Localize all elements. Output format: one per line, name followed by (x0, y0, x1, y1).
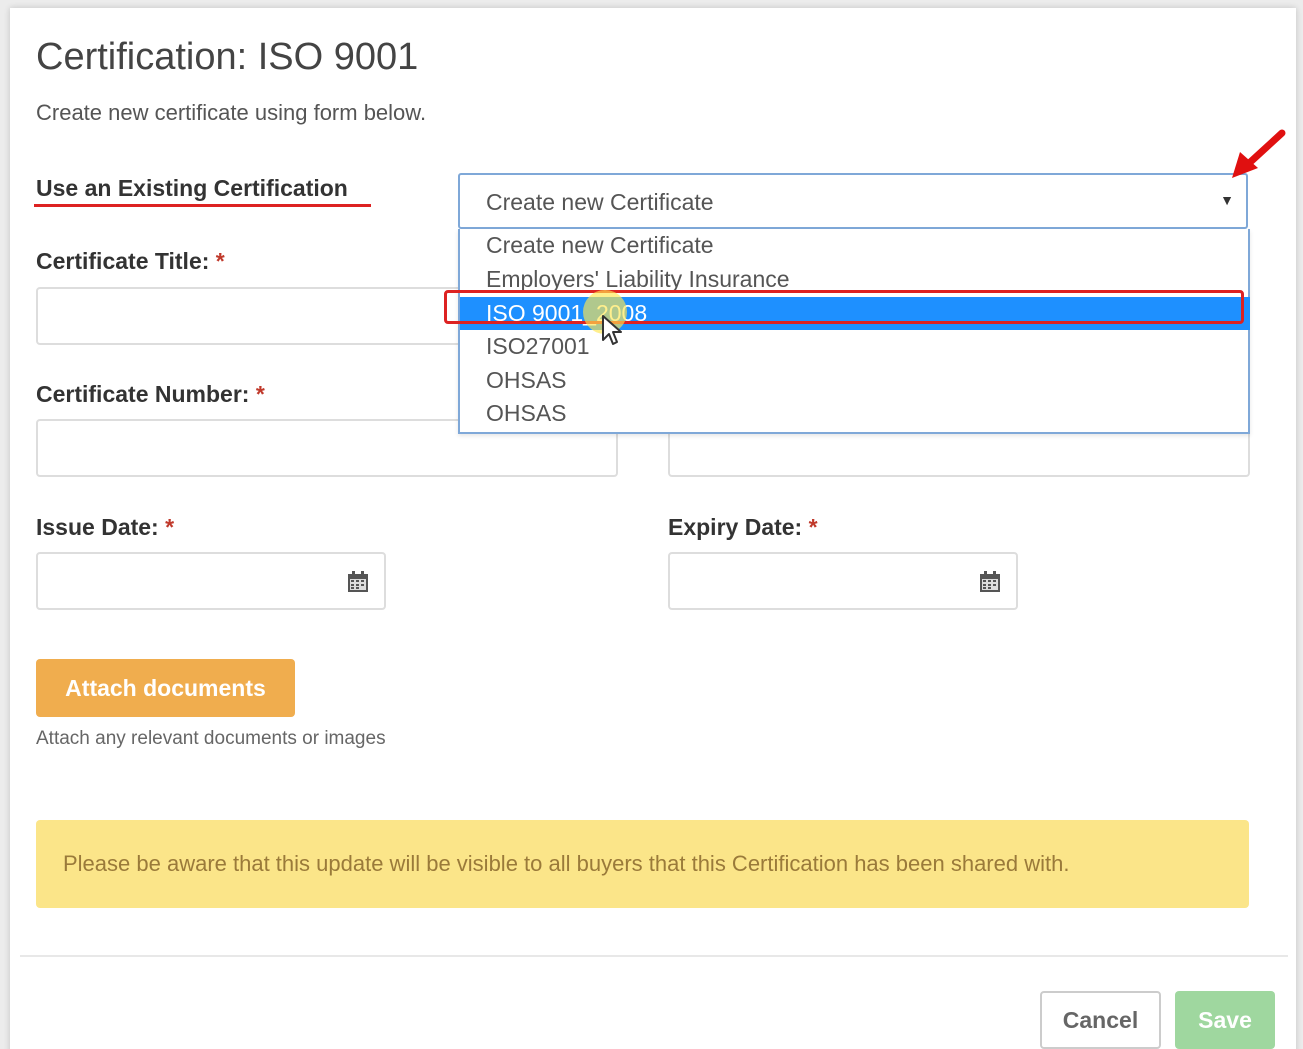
page-subtitle: Create new certificate using form below. (36, 100, 427, 125)
dropdown-option[interactable]: OHSAS (460, 364, 1250, 397)
annotation-underline (34, 204, 371, 207)
certificate-title-label: Certificate Title: * (36, 248, 225, 274)
page-title: Certification: ISO 9001 (36, 36, 419, 78)
dropdown-option-highlighted[interactable]: ISO 9001_2008 (460, 297, 1250, 330)
attach-help-text: Attach any relevant documents or images (36, 728, 386, 749)
required-marker: * (808, 514, 818, 540)
required-marker: * (215, 248, 225, 274)
certificate-number-label: Certificate Number: * (36, 381, 265, 407)
caret-down-icon: ▼ (1220, 192, 1234, 208)
calendar-icon[interactable] (346, 570, 370, 594)
existing-certification-select[interactable]: Create new Certificate ▼ (458, 173, 1248, 229)
cancel-button[interactable]: Cancel (1040, 991, 1161, 1049)
existing-certification-label: Use an Existing Certification (36, 175, 348, 201)
dropdown-option[interactable]: ISO27001 (460, 330, 1250, 363)
required-marker: * (255, 381, 265, 407)
expiry-date-input[interactable] (668, 552, 1018, 610)
certification-dropdown-list: Create new Certificate Employers' Liabil… (458, 229, 1250, 434)
required-marker: * (165, 514, 175, 540)
expiry-date-label: Expiry Date: * (668, 514, 818, 540)
issue-date-label: Issue Date: * (36, 514, 175, 540)
dropdown-option[interactable]: Create new Certificate (460, 229, 1250, 262)
red-arrow-annotation (1232, 129, 1286, 178)
certification-modal: Certification: ISO 9001 Create new certi… (10, 8, 1296, 1049)
issue-date-input[interactable] (36, 552, 386, 610)
dropdown-option[interactable]: OHSAS (460, 397, 1250, 430)
save-button[interactable]: Save (1175, 991, 1275, 1049)
visibility-notice: Please be aware that this update will be… (36, 820, 1249, 908)
select-value: Create new Certificate (486, 189, 714, 215)
mouse-pointer-icon (602, 315, 622, 345)
attach-documents-button[interactable]: Attach documents (36, 659, 295, 717)
dropdown-option[interactable]: Employers' Liability Insurance (460, 263, 1250, 296)
calendar-icon[interactable] (978, 570, 1002, 594)
footer-divider (20, 955, 1288, 957)
